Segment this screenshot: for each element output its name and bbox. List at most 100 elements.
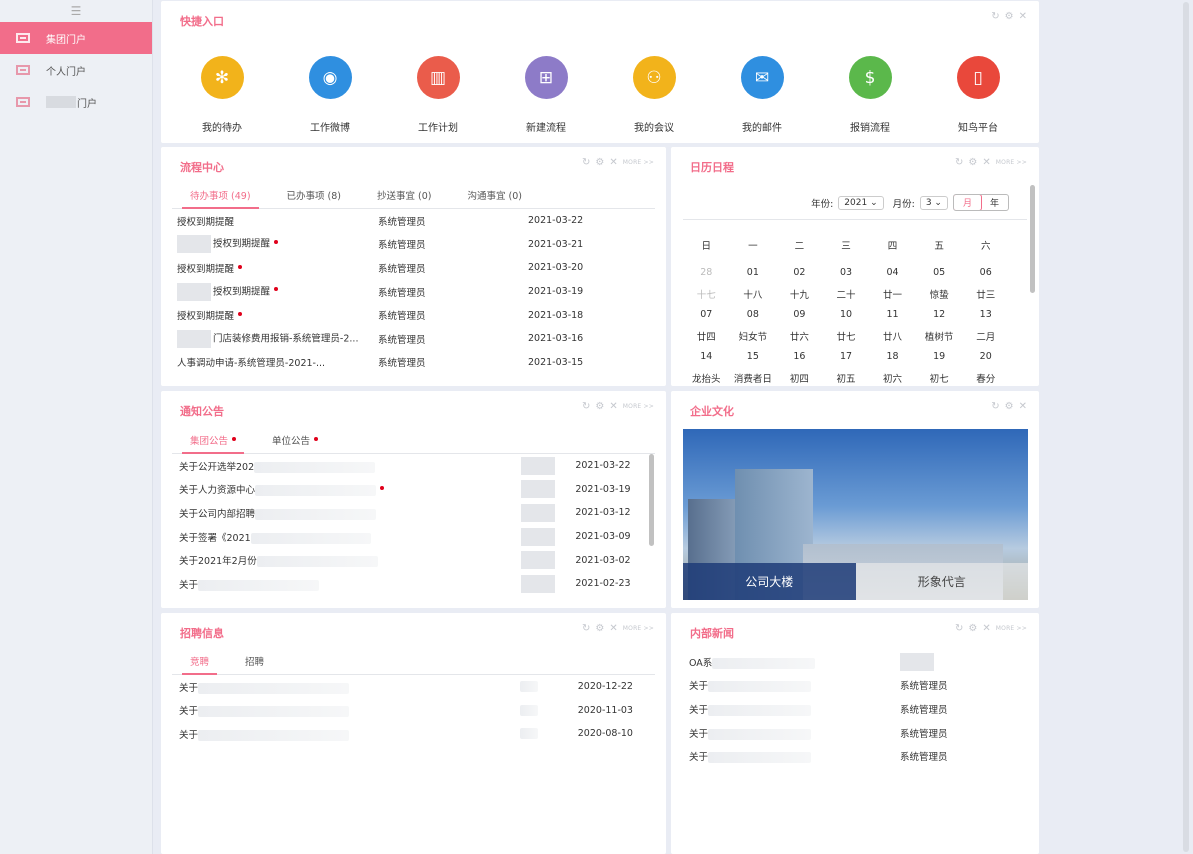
calendar-day[interactable]: 10 bbox=[823, 304, 870, 325]
scrollbar[interactable] bbox=[1030, 185, 1035, 293]
sidebar-item[interactable]: 集团门户 bbox=[0, 22, 152, 54]
row-title-cell[interactable]: 人事调动申请-系统管理员-2021-... bbox=[172, 355, 378, 369]
refresh-icon[interactable]: ↻ bbox=[582, 401, 590, 412]
table-row[interactable]: 授权到期提醒 系统管理员 2021-03-21 bbox=[172, 233, 655, 257]
row-title-cell[interactable]: 关于 bbox=[682, 702, 900, 716]
calendar-day[interactable]: 18 bbox=[869, 346, 916, 367]
table-row[interactable]: 授权到期提醒 系统管理员 2021-03-19 bbox=[172, 280, 655, 304]
table-row[interactable]: 关于 系统管理员 bbox=[682, 744, 1028, 768]
gear-icon[interactable]: ⚙ bbox=[595, 623, 604, 634]
people-icon[interactable]: ⚇ bbox=[632, 56, 676, 99]
tab-item[interactable]: 单位公告 bbox=[254, 432, 336, 453]
table-row[interactable]: 授权到期提醒 系统管理员 2021-03-20 bbox=[172, 256, 655, 280]
mail-icon[interactable]: ✉ bbox=[740, 56, 784, 99]
tab-item[interactable]: 抄送事宜 (0) bbox=[359, 187, 449, 208]
row-title-cell[interactable]: 关于 bbox=[172, 577, 521, 591]
row-title-cell[interactable]: OA系 bbox=[682, 655, 900, 669]
row-title-cell[interactable]: 授权到期提醒 bbox=[172, 214, 378, 228]
year-select[interactable]: 2021 ⌄ bbox=[838, 195, 884, 210]
close-icon[interactable]: ✕ bbox=[982, 623, 990, 634]
table-row[interactable]: 关于人力资源中心 2021-03-19 bbox=[172, 478, 655, 502]
refresh-icon[interactable]: ↻ bbox=[991, 401, 999, 412]
table-row[interactable]: 门店装修费用报销-系统管理员-2... 系统管理员 2021-03-16 bbox=[172, 327, 655, 351]
close-icon[interactable]: ✕ bbox=[982, 157, 990, 168]
flow-icon[interactable]: ⊞ bbox=[524, 56, 568, 99]
table-row[interactable]: 人事调动申请-系统管理员-2021-... 系统管理员 2021-03-15 bbox=[172, 351, 655, 375]
calendar-day[interactable]: 19 bbox=[916, 346, 963, 367]
table-row[interactable]: 关于 系统管理员 bbox=[682, 721, 1028, 745]
sidebar-item[interactable]: 门户 bbox=[0, 86, 152, 118]
row-title-cell[interactable]: 关于 bbox=[172, 727, 520, 741]
row-title-cell[interactable]: 关于 bbox=[682, 678, 900, 693]
building-photo[interactable]: 公司大楼 形象代言 bbox=[683, 429, 1028, 600]
calendar-day[interactable]: 16 bbox=[776, 346, 823, 367]
table-row[interactable]: 关于 2021-02-23 bbox=[172, 572, 655, 596]
caption-building[interactable]: 公司大楼 bbox=[683, 563, 856, 600]
gear-icon[interactable]: ⚙ bbox=[595, 401, 604, 412]
table-row[interactable]: 关于 2020-12-22 bbox=[172, 675, 655, 699]
calendar-day[interactable]: 03 bbox=[823, 262, 870, 283]
row-title-cell[interactable]: 门店装修费用报销-系统管理员-2... bbox=[172, 329, 378, 348]
chat-icon[interactable]: ◉ bbox=[308, 56, 352, 99]
quick-entry-item[interactable]: $ 报销流程 bbox=[835, 56, 905, 134]
close-icon[interactable]: ✕ bbox=[609, 401, 617, 412]
quick-entry-item[interactable]: ◉ 工作微博 bbox=[295, 56, 365, 134]
row-title-cell[interactable]: 关于公开选举202 bbox=[172, 459, 521, 473]
close-icon[interactable]: ✕ bbox=[609, 623, 617, 634]
tab-item[interactable]: 沟通事宜 (0) bbox=[450, 187, 540, 208]
calendar-day[interactable]: 15 bbox=[730, 346, 777, 367]
refresh-icon[interactable]: ↻ bbox=[955, 623, 963, 634]
calendar-day[interactable]: 06 bbox=[962, 262, 1009, 283]
table-row[interactable]: 授权到期提醒 系统管理员 2021-03-18 bbox=[172, 303, 655, 327]
page-scrollbar[interactable] bbox=[1183, 2, 1189, 852]
row-title-cell[interactable]: 关于 bbox=[172, 703, 520, 718]
more-link[interactable]: MORE >> bbox=[996, 625, 1027, 632]
tab-item[interactable]: 集团公告 bbox=[172, 432, 254, 454]
table-row[interactable]: 授权到期提醒 系统管理员 2021-03-22 bbox=[172, 209, 655, 233]
gear-icon[interactable]: ⚙ bbox=[968, 623, 977, 634]
close-icon[interactable]: ✕ bbox=[609, 157, 617, 168]
tab-item[interactable]: 待办事项 (49) bbox=[172, 187, 269, 209]
row-title-cell[interactable]: 关于公司内部招聘 bbox=[172, 506, 521, 520]
refresh-icon[interactable]: ↻ bbox=[582, 623, 590, 634]
row-title-cell[interactable]: 关于2021年2月份 bbox=[172, 553, 521, 568]
row-title-cell[interactable]: 授权到期提醒 bbox=[172, 235, 378, 254]
calendar-day[interactable]: 14 bbox=[683, 346, 730, 367]
calendar-day[interactable]: 13 bbox=[962, 304, 1009, 325]
refresh-icon[interactable]: ↻ bbox=[991, 11, 999, 22]
gear-icon[interactable]: ⚙ bbox=[968, 157, 977, 168]
tab-item[interactable]: 招聘 bbox=[227, 653, 282, 674]
gear-icon[interactable]: ⚙ bbox=[1005, 11, 1014, 22]
scrollbar[interactable] bbox=[649, 454, 654, 546]
sidebar-item[interactable]: 个人门户 bbox=[0, 54, 152, 86]
row-title-cell[interactable]: 关于 bbox=[172, 680, 520, 694]
row-title-cell[interactable]: 授权到期提醒 bbox=[172, 261, 378, 275]
year-view-button[interactable]: 年 bbox=[981, 195, 1008, 210]
quick-entry-item[interactable]: ▯ 知鸟平台 bbox=[943, 56, 1013, 134]
tab-item[interactable]: 竞聘 bbox=[172, 653, 227, 675]
calendar-day[interactable]: 09 bbox=[776, 304, 823, 325]
more-link[interactable]: MORE >> bbox=[996, 159, 1027, 166]
row-title-cell[interactable]: 关于 bbox=[682, 726, 900, 740]
calendar-day[interactable]: 08 bbox=[730, 304, 777, 325]
month-select[interactable]: 3 ⌄ bbox=[919, 195, 948, 210]
phone-icon[interactable]: ▯ bbox=[956, 56, 1000, 99]
calendar-day[interactable]: 28 bbox=[683, 262, 730, 283]
table-row[interactable]: OA系 bbox=[682, 650, 1028, 674]
calendar-day[interactable]: 12 bbox=[916, 304, 963, 325]
table-row[interactable]: 关于签署《2021 2021-03-09 bbox=[172, 525, 655, 549]
quick-entry-item[interactable]: ⚇ 我的会议 bbox=[619, 56, 689, 134]
calendar-day[interactable]: 02 bbox=[776, 262, 823, 283]
gear-icon[interactable]: ⚙ bbox=[1005, 401, 1014, 412]
row-title-cell[interactable]: 授权到期提醒 bbox=[172, 282, 378, 301]
table-row[interactable]: 关于公司内部招聘 2021-03-12 bbox=[172, 501, 655, 525]
close-icon[interactable]: ✕ bbox=[1019, 401, 1027, 412]
calendar-day[interactable]: 05 bbox=[916, 262, 963, 283]
refresh-icon[interactable]: ↻ bbox=[582, 157, 590, 168]
calendar-day[interactable]: 01 bbox=[730, 262, 777, 283]
gear-icon[interactable]: ⚙ bbox=[595, 157, 604, 168]
close-icon[interactable]: ✕ bbox=[1019, 11, 1027, 22]
table-row[interactable]: 关于2021年2月份 2021-03-02 bbox=[172, 548, 655, 572]
tab-item[interactable]: 已办事项 (8) bbox=[269, 187, 359, 208]
chart-icon[interactable]: ▥ bbox=[416, 56, 460, 99]
